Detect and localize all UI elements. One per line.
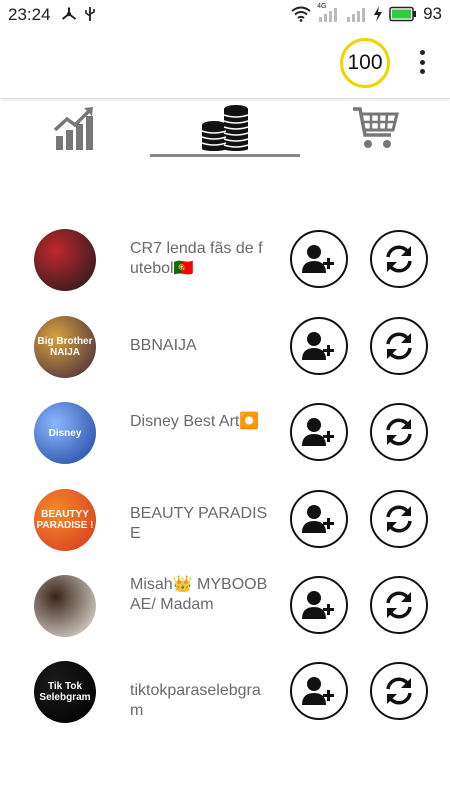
charging-icon [374, 6, 383, 22]
usb-icon [85, 7, 95, 21]
selected-tab-indicator [150, 154, 300, 157]
refresh-button[interactable] [370, 403, 428, 461]
account-row: CR7 lenda fãs de futebol🇵🇹 [0, 226, 450, 298]
refresh-button[interactable] [370, 317, 428, 375]
chart-growth-icon [53, 107, 93, 150]
add-user-icon [302, 505, 334, 533]
avatar-caption: Big Brother NAIJA [37, 336, 93, 358]
refresh-icon [386, 591, 412, 619]
account-row: Misah👑 MYBOOBAE/ Madam [0, 572, 450, 644]
status-right-icons: 4G 93 [291, 3, 442, 24]
account-name: Misah👑 MYBOOBAE/ Madam [130, 576, 268, 613]
account-avatar[interactable]: BEAUTYY PARADISE ! [34, 489, 96, 551]
follow-button[interactable] [290, 490, 348, 548]
refresh-button[interactable] [370, 662, 428, 720]
status-bar: 23:24 4G 93 [0, 0, 450, 28]
account-avatar[interactable]: Disney [34, 402, 96, 464]
refresh-icon [386, 418, 412, 446]
account-row: Disney Disney Best Art⏺️ [0, 399, 450, 471]
follow-button[interactable] [290, 403, 348, 461]
avatar-caption: BEAUTYY PARADISE ! [36, 509, 94, 531]
account-row: Big Brother NAIJA BBNAIJA [0, 313, 450, 385]
wifi-icon [291, 6, 311, 22]
battery-icon [389, 6, 417, 22]
add-user-icon [302, 245, 334, 273]
more-dot-icon [419, 69, 425, 74]
refresh-icon [386, 505, 412, 533]
avatar-caption: Disney [48, 427, 82, 439]
refresh-button[interactable] [370, 230, 428, 288]
refresh-button[interactable] [370, 576, 428, 634]
account-name: Disney Best Art⏺️ [130, 413, 260, 430]
follow-button[interactable] [290, 230, 348, 288]
account-name: BEAUTY PARADISE [130, 505, 268, 542]
coin-balance-badge[interactable]: 100 [340, 38, 390, 88]
coin-balance-value: 100 [347, 51, 383, 74]
add-user-icon [302, 332, 334, 360]
add-user-icon [302, 418, 334, 446]
status-time: 23:24 [8, 5, 51, 24]
account-name: CR7 lenda fãs de futebol🇵🇹 [130, 240, 263, 277]
account-row: Tik Tok Selebgram tiktokparaselebgram [0, 658, 450, 730]
coins-stack-icon [201, 105, 249, 151]
account-row: BEAUTYY PARADISE ! BEAUTY PARADISE [0, 486, 450, 558]
avatar-caption: Tik Tok Selebgram [39, 681, 91, 703]
battery-percent: 93 [423, 4, 442, 23]
follow-button[interactable] [290, 317, 348, 375]
shopping-cart-icon [353, 107, 399, 148]
refresh-icon [386, 677, 412, 705]
account-name: BBNAIJA [130, 337, 197, 354]
tab-bar [0, 100, 450, 158]
add-user-icon [302, 677, 334, 705]
follow-button[interactable] [290, 662, 348, 720]
tab-shop[interactable] [300, 100, 450, 156]
more-dot-icon [419, 59, 425, 65]
account-avatar[interactable] [34, 229, 96, 291]
status-left-icons [60, 6, 96, 22]
more-options-button[interactable] [414, 50, 430, 74]
refresh-button[interactable] [370, 490, 428, 548]
refresh-icon [386, 332, 412, 360]
refresh-icon [386, 245, 412, 273]
account-avatar[interactable]: Tik Tok Selebgram [34, 661, 96, 723]
account-name: tiktokparaselebgram [130, 682, 261, 719]
add-user-icon [302, 591, 334, 619]
follow-button[interactable] [290, 576, 348, 634]
more-dot-icon [419, 50, 425, 55]
tab-stats[interactable] [0, 100, 150, 156]
account-avatar[interactable]: Big Brother NAIJA [34, 316, 96, 378]
signal-secondary-icon [347, 8, 366, 22]
tab-coins[interactable] [150, 100, 300, 156]
account-avatar[interactable] [34, 575, 96, 637]
network-share-icon [61, 7, 77, 20]
app-bar: 100 [0, 28, 450, 99]
signal-icon: 4G [317, 3, 339, 23]
